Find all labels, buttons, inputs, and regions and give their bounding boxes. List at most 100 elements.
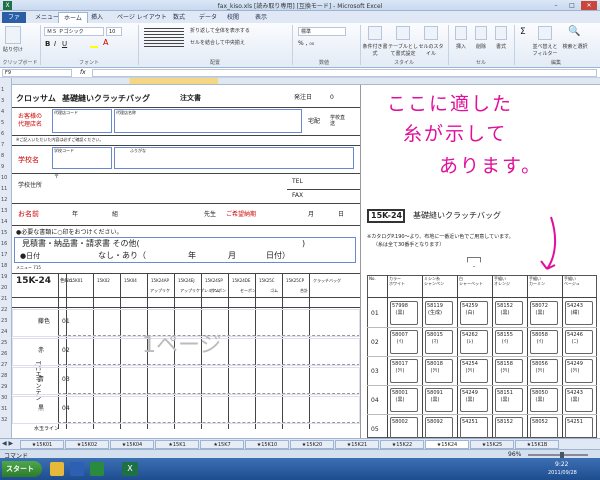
row-header[interactable]: 1 — [1, 88, 4, 93]
bold-icon[interactable]: B — [45, 40, 50, 48]
conditional-format-icon[interactable] — [368, 26, 382, 40]
format-cells-icon[interactable] — [495, 26, 507, 40]
sheet-tab[interactable]: ★15K20 — [290, 440, 334, 449]
paste-icon[interactable] — [5, 26, 21, 44]
tab-review[interactable]: 校閲 — [222, 12, 244, 23]
underline-icon[interactable]: U — [62, 40, 67, 48]
find-select-label: 検索と選択 — [562, 44, 588, 50]
sort-filter-icon[interactable] — [538, 26, 552, 40]
row-header[interactable]: 10 — [1, 176, 7, 181]
app-icon[interactable] — [90, 462, 104, 476]
row-header[interactable]: 21 — [1, 297, 7, 302]
row-header[interactable]: 18 — [1, 264, 7, 269]
row-header[interactable]: 27 — [1, 363, 7, 368]
row-box[interactable] — [12, 396, 360, 424]
number-format-select[interactable]: 標準 — [298, 27, 346, 36]
row-header[interactable]: 17 — [1, 253, 7, 258]
row-header[interactable]: 8 — [1, 154, 4, 159]
name-box[interactable]: F9 — [2, 69, 72, 77]
thread-row-line — [367, 414, 597, 415]
row-header[interactable]: 7 — [1, 143, 4, 148]
row-header[interactable]: 14 — [1, 220, 7, 225]
percent-icon[interactable]: % , ₀₀ — [298, 40, 314, 47]
italic-icon[interactable]: I — [54, 40, 56, 48]
row-header[interactable]: 23 — [1, 319, 7, 324]
insert-cells-icon[interactable] — [455, 26, 467, 40]
cell-style-icon[interactable] — [424, 26, 438, 40]
tab-page-layout[interactable]: ページ レイアウト — [112, 12, 172, 23]
start-button[interactable]: スタート — [2, 461, 42, 477]
sheet-nav-icon[interactable]: ◀ ▶ — [2, 440, 13, 447]
maximize-icon[interactable]: □ — [564, 1, 580, 10]
tab-file[interactable]: ファイル — [2, 12, 26, 32]
delete-cells-icon[interactable] — [475, 26, 487, 40]
sheet-tab[interactable]: ★15K22 — [380, 440, 424, 449]
find-select-icon[interactable]: 🔍 — [568, 26, 580, 37]
merge-center-button[interactable]: セルを結合して中央揃え — [190, 39, 245, 46]
row-header[interactable]: 29 — [1, 385, 7, 390]
wrap-text-button[interactable]: 折り返して全体を表示する — [190, 27, 250, 34]
row-box[interactable] — [12, 367, 360, 395]
sheet-tab[interactable]: ★15K04 — [110, 440, 154, 449]
minimize-icon[interactable]: – — [548, 1, 564, 10]
agency-name-box[interactable] — [114, 109, 302, 133]
formula-input[interactable] — [92, 69, 597, 77]
right-pane[interactable]: ここに適した 糸が示して あります。 15K-24 基礎縫いクラッチバッグ ※カ… — [360, 85, 600, 444]
table-format-icon[interactable] — [396, 26, 410, 40]
sheet-tab[interactable]: ★15K10 — [245, 440, 289, 449]
row-header[interactable]: 15 — [1, 231, 7, 236]
sheet-tab[interactable]: ★15K1B — [515, 440, 559, 449]
autosum-icon[interactable]: Σ — [520, 27, 526, 37]
row-header[interactable]: 22 — [1, 308, 7, 313]
row-header[interactable]: 5 — [1, 121, 4, 126]
school-name-box[interactable] — [114, 147, 354, 169]
close-icon[interactable]: ✕ — [581, 1, 597, 10]
row-header[interactable]: 26 — [1, 352, 7, 357]
align-icons[interactable] — [144, 28, 184, 48]
sheet-tab[interactable]: ★15K24 — [425, 440, 469, 449]
row-header[interactable]: 12 — [1, 198, 7, 203]
fx-icon[interactable]: fx — [80, 69, 86, 76]
row-header[interactable]: 11 — [1, 187, 7, 192]
row-header[interactable]: 3 — [1, 99, 4, 104]
tab-data[interactable]: データ — [194, 12, 222, 23]
row-header[interactable]: 16 — [1, 242, 7, 247]
thread-row-no: 05 — [371, 426, 379, 433]
sheet-tab[interactable]: ★15K1 — [155, 440, 199, 449]
paste-label: 貼り付け — [2, 47, 23, 53]
zoom-slider[interactable] — [528, 454, 588, 456]
thread-row-no: 03 — [371, 368, 379, 375]
folder-icon[interactable] — [50, 462, 64, 476]
tab-insert[interactable]: 挿入 — [86, 12, 108, 23]
row-header[interactable]: 19 — [1, 275, 7, 280]
sheet-tab[interactable]: ★15K21 — [335, 440, 379, 449]
row-header[interactable]: 4 — [1, 110, 4, 115]
ie-icon[interactable] — [70, 462, 84, 476]
tab-view[interactable]: 表示 — [250, 12, 272, 23]
fill-color-icon[interactable] — [90, 40, 98, 48]
sheet-tab[interactable]: ★15K01 — [20, 440, 64, 449]
excel-task-icon[interactable]: X — [122, 462, 138, 476]
sheet-tab[interactable]: ★15K02 — [65, 440, 109, 449]
row-header[interactable]: 9 — [1, 165, 4, 170]
font-size-select[interactable]: 10 — [106, 27, 122, 36]
row-header[interactable]: 24 — [1, 330, 7, 335]
row-header[interactable]: 20 — [1, 286, 7, 291]
tab-home[interactable]: ホーム — [58, 12, 88, 23]
ribbon-tabs: ファイル メニュー ホーム 挿入 ページ レイアウト 数式 データ 校閲 表示 — [0, 11, 600, 32]
row-header[interactable]: 31 — [1, 407, 7, 412]
font-name-select[interactable]: ＭＳ Ｐゴシック — [44, 27, 104, 36]
row-header[interactable]: 32 — [1, 418, 7, 423]
sheet-tab[interactable]: ★15K25 — [470, 440, 514, 449]
tab-formulas[interactable]: 数式 — [168, 12, 190, 23]
format-cells-label: 書式 — [495, 44, 506, 50]
row-header[interactable]: 30 — [1, 396, 7, 401]
font-color-icon[interactable]: A — [103, 38, 108, 47]
thread-cell-box — [425, 388, 453, 412]
order-form-sheet[interactable]: クロッサム 基礎縫いクラッチバッグ 注文書 発注日 0 お客様の代理店名 代理店… — [12, 85, 360, 438]
row-header[interactable]: 25 — [1, 341, 7, 346]
row-header[interactable]: 6 — [1, 132, 4, 137]
row-header[interactable]: 13 — [1, 209, 7, 214]
sheet-tab[interactable]: ★15K7 — [200, 440, 244, 449]
row-header[interactable]: 28 — [1, 374, 7, 379]
